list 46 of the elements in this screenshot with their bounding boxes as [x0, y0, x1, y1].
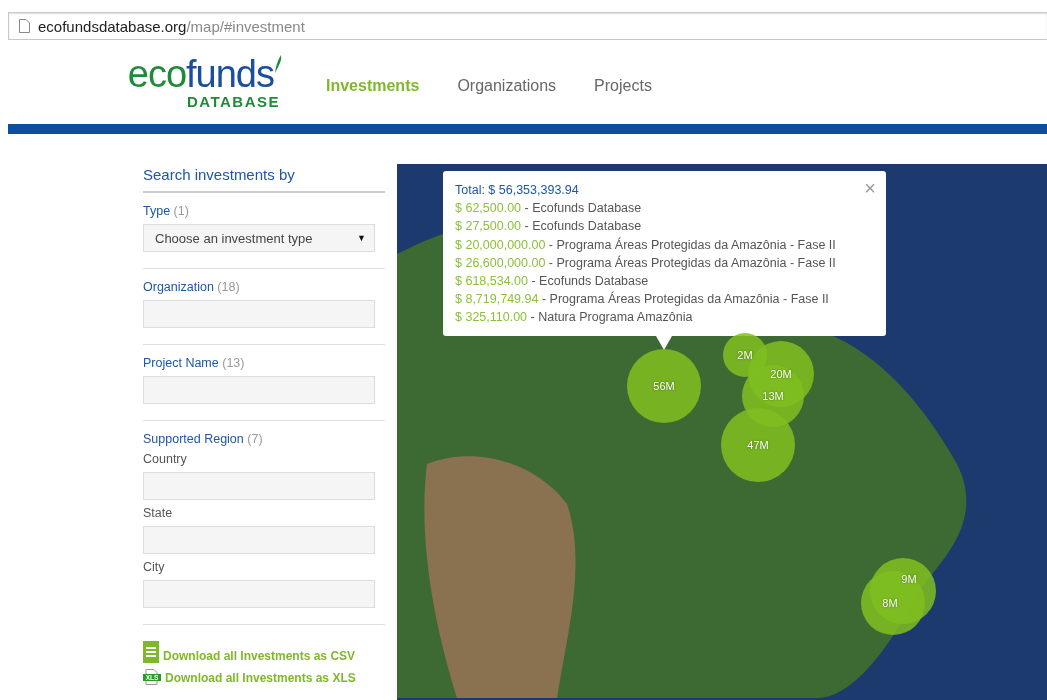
close-button[interactable]: × — [864, 179, 876, 197]
popup-entry: $ 8,719,749.94 - Programa Áreas Protegidas da Amazônia - Fase II — [455, 290, 830, 309]
sheet-icon — [143, 641, 159, 663]
filter-label: Supported Region (7) — [143, 432, 264, 446]
field-label: Country — [143, 452, 188, 466]
input-field[interactable] — [143, 300, 375, 328]
satellite-map[interactable] — [397, 164, 1047, 700]
logo-text: funds — [186, 54, 274, 93]
input-field[interactable] — [143, 472, 375, 500]
filter-label: Type (1) — [143, 204, 190, 218]
cluster-label[interactable]: 13M — [762, 390, 784, 402]
cluster-label[interactable]: 8M — [882, 597, 898, 609]
cluster-label[interactable]: 47M — [747, 439, 769, 451]
field-label: State — [143, 506, 174, 520]
input-field[interactable] — [143, 580, 375, 608]
leaf-icon — [274, 54, 282, 73]
cluster-label[interactable]: 9M — [901, 573, 917, 585]
popup-total: Total: $ 56,353,393.94 — [455, 182, 580, 199]
popup-entry: $ 618,534.00 - Ecofunds Database — [455, 273, 650, 290]
cluster-label[interactable]: 2M — [737, 349, 753, 361]
download-link[interactable]: Download all Investments as CSV — [163, 649, 356, 663]
field-label: City — [143, 560, 166, 574]
cluster-label[interactable]: 20M — [770, 368, 792, 380]
popup-entry: $ 325,110.00 - Natura Programa Amazônia — [455, 309, 694, 327]
nav-link[interactable]: Organizations — [457, 77, 557, 95]
address-bar[interactable]: ecofundsdatabase.org/map/#investment — [8, 12, 1047, 40]
input-field[interactable] — [143, 526, 375, 554]
nav-link[interactable]: Investments — [326, 77, 420, 95]
logo-subtitle: DATABASE — [186, 92, 280, 110]
filter-label: Project Name (13) — [143, 356, 246, 370]
popup-entry: $ 26,600,000.00 - Programa Áreas Protegidas da Amazônia - Fase II — [455, 254, 837, 272]
popup-entry: $ 62,500.00 - Ecofunds Database — [455, 200, 643, 218]
filter-label: Organization (18) — [143, 280, 241, 294]
popup-pointer — [656, 336, 672, 350]
url-path: /map/#investment — [186, 17, 305, 35]
page-icon — [19, 19, 30, 33]
logo-text: eco — [127, 54, 187, 93]
input-field[interactable] — [143, 376, 375, 404]
type-select[interactable]: Choose an investment type ▼ — [143, 224, 375, 252]
popup-entry: $ 20,000,000.00 - Programa Áreas Protegidas da Amazônia - Fase II — [455, 236, 837, 254]
url-domain: ecofundsdatabase.org — [38, 17, 187, 35]
sidebar-title: Search investments by — [143, 164, 385, 193]
nav-link[interactable]: Projects — [594, 77, 652, 95]
download-link[interactable]: Download all Investments as XLS — [165, 671, 356, 685]
popup-entry: $ 27,500.00 - Ecofunds Database — [455, 218, 643, 236]
cluster-label[interactable]: 56M — [653, 380, 675, 392]
